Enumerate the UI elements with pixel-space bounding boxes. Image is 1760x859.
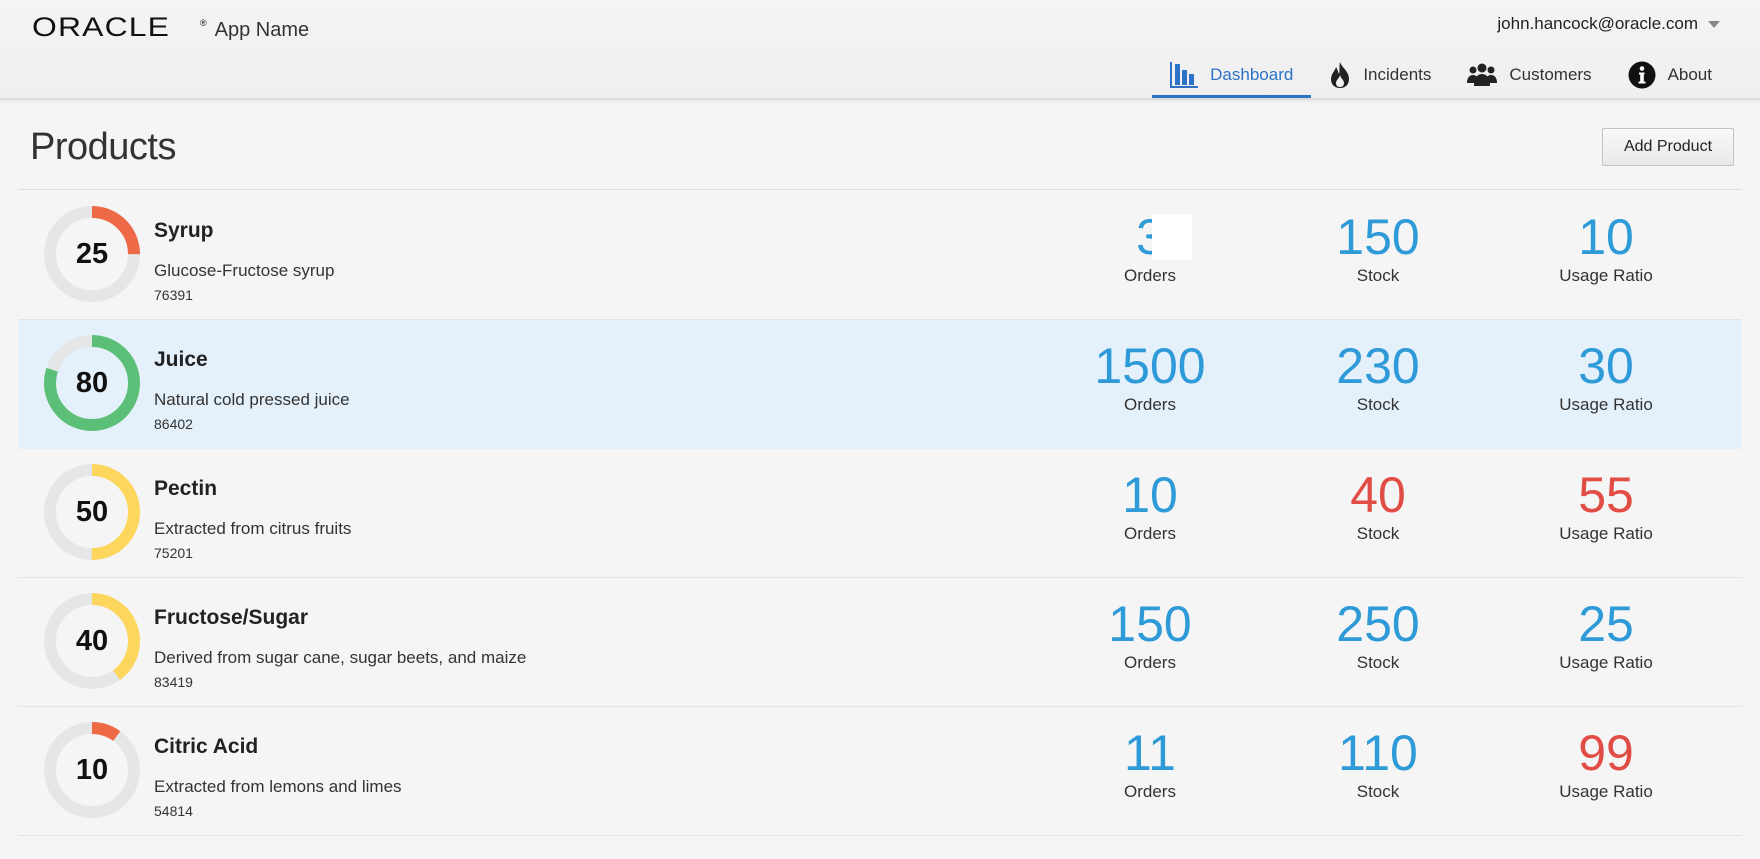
product-id: 83419 [154, 674, 193, 690]
orders-label: Orders [1124, 395, 1176, 414]
usage-value: 10 [1578, 209, 1634, 265]
user-email: john.hancock@oracle.com [1497, 14, 1698, 33]
fire-icon [1331, 62, 1350, 88]
orders-label: Orders [1124, 524, 1176, 543]
tab-about[interactable]: About [1610, 52, 1730, 98]
tab-customers[interactable]: Customers [1449, 52, 1609, 98]
stock-label: Stock [1356, 395, 1400, 414]
product-description: Derived from sugar cane, sugar beets, an… [154, 648, 527, 667]
app-header: ORACLE ® App Name john.hancock@oracle.co… [0, 0, 1760, 100]
usage-value: 99 [1578, 725, 1634, 781]
user-menu[interactable]: john.hancock@oracle.com [1497, 14, 1720, 34]
stock-value: 250 [1336, 596, 1420, 652]
gauge-value: 80 [75, 367, 109, 399]
brand[interactable]: ORACLE ® App Name [32, 12, 309, 43]
usage-label: Usage Ratio [1559, 266, 1653, 285]
redaction-box [1152, 214, 1192, 260]
stock-label: Stock [1356, 782, 1400, 801]
product-name: Syrup [154, 219, 214, 242]
orders-value: 11 [1124, 725, 1176, 781]
product-id: 86402 [154, 416, 193, 432]
product-name: Fructose/Sugar [154, 606, 309, 629]
product-id: 54814 [154, 803, 193, 819]
product-row[interactable]: 80 Juice Natural cold pressed juice 86402 15… [18, 320, 1742, 449]
orders-value: 1500 [1094, 338, 1206, 394]
product-row[interactable]: 50 Pectin Extracted from citrus fruits 7520… [18, 449, 1742, 578]
usage-label: Usage Ratio [1559, 524, 1653, 543]
tab-dashboard-label: Dashboard [1210, 65, 1294, 84]
product-description: Glucose-Fructose syrup [154, 261, 335, 280]
stock-value: 150 [1336, 209, 1420, 265]
product-row[interactable]: 10 Citric Acid Extracted from lemons and l… [18, 707, 1742, 836]
usage-label: Usage Ratio [1559, 782, 1653, 801]
tab-customers-label: Customers [1509, 65, 1592, 84]
product-id: 76391 [154, 287, 193, 303]
product-row[interactable]: 25 Syrup Glucose-Fructose syrup 76391 3 Order… [18, 191, 1742, 320]
metric-stock: 40 Stock [1278, 467, 1478, 544]
product-description: Extracted from lemons and limes [154, 777, 402, 796]
registered-mark: ® [200, 18, 207, 28]
orders-label: Orders [1124, 782, 1176, 801]
product-id: 75201 [154, 545, 193, 561]
page-header: Products Add Product [18, 100, 1742, 190]
bar-chart-icon [1170, 62, 1199, 88]
metric-usage: 10 Usage Ratio [1506, 209, 1706, 286]
tab-incidents[interactable]: Incidents [1311, 52, 1449, 98]
metric-stock: 150 Stock [1278, 209, 1478, 286]
orders-value: 10 [1122, 467, 1178, 523]
gauge-value: 10 [75, 754, 109, 786]
stock-label: Stock [1356, 266, 1400, 285]
metric-usage: 25 Usage Ratio [1506, 596, 1706, 673]
stock-value: 40 [1350, 467, 1406, 523]
add-product-button[interactable]: Add Product [1602, 128, 1734, 166]
orders-label: Orders [1124, 266, 1176, 285]
stock-label: Stock [1356, 524, 1400, 543]
metric-usage: 30 Usage Ratio [1506, 338, 1706, 415]
metric-stock: 230 Stock [1278, 338, 1478, 415]
page-title: Products [30, 126, 176, 168]
stock-value: 230 [1336, 338, 1420, 394]
metric-usage: 99 Usage Ratio [1506, 725, 1706, 802]
product-list: 25 Syrup Glucose-Fructose syrup 76391 3 Order… [18, 191, 1742, 836]
orders-label: Orders [1124, 653, 1176, 672]
gauge-value: 40 [75, 625, 109, 657]
product-name: Citric Acid [154, 735, 259, 758]
orders-value: 150 [1108, 596, 1192, 652]
metric-orders: 1500 Orders [1050, 338, 1250, 415]
chevron-down-icon [1708, 20, 1720, 28]
gauge-value: 25 [75, 238, 109, 270]
stock-label: Stock [1356, 653, 1400, 672]
product-row[interactable]: 40 Fructose/Sugar Derived from sugar cane,… [18, 578, 1742, 707]
tab-dashboard[interactable]: Dashboard [1152, 52, 1312, 98]
orders-value: 3 [1136, 209, 1164, 265]
metric-orders: 3 Orders [1050, 209, 1250, 286]
metric-stock: 110 Stock [1278, 725, 1478, 802]
metric-usage: 55 Usage Ratio [1506, 467, 1706, 544]
product-name: Juice [154, 348, 208, 371]
oracle-logo: ORACLE [32, 12, 171, 42]
metric-orders: 150 Orders [1050, 596, 1250, 673]
usage-label: Usage Ratio [1559, 653, 1653, 672]
product-name: Pectin [154, 477, 218, 500]
product-description: Extracted from citrus fruits [154, 519, 352, 538]
metric-orders: 10 Orders [1050, 467, 1250, 544]
usage-value: 55 [1578, 467, 1634, 523]
usage-value: 30 [1578, 338, 1634, 394]
metric-orders: 11 Orders [1050, 725, 1250, 802]
tab-about-label: About [1667, 65, 1712, 84]
info-icon [1628, 61, 1656, 89]
metric-stock: 250 Stock [1278, 596, 1478, 673]
tab-incidents-label: Incidents [1363, 65, 1432, 84]
people-icon [1467, 63, 1498, 86]
product-description: Natural cold pressed juice [154, 390, 350, 409]
stock-value: 110 [1338, 725, 1418, 781]
usage-label: Usage Ratio [1559, 395, 1653, 414]
app-name: App Name [214, 19, 310, 41]
gauge-value: 50 [75, 496, 109, 528]
usage-value: 25 [1578, 596, 1634, 652]
main-nav: Dashboard Incidents Customers About [1152, 52, 1730, 98]
